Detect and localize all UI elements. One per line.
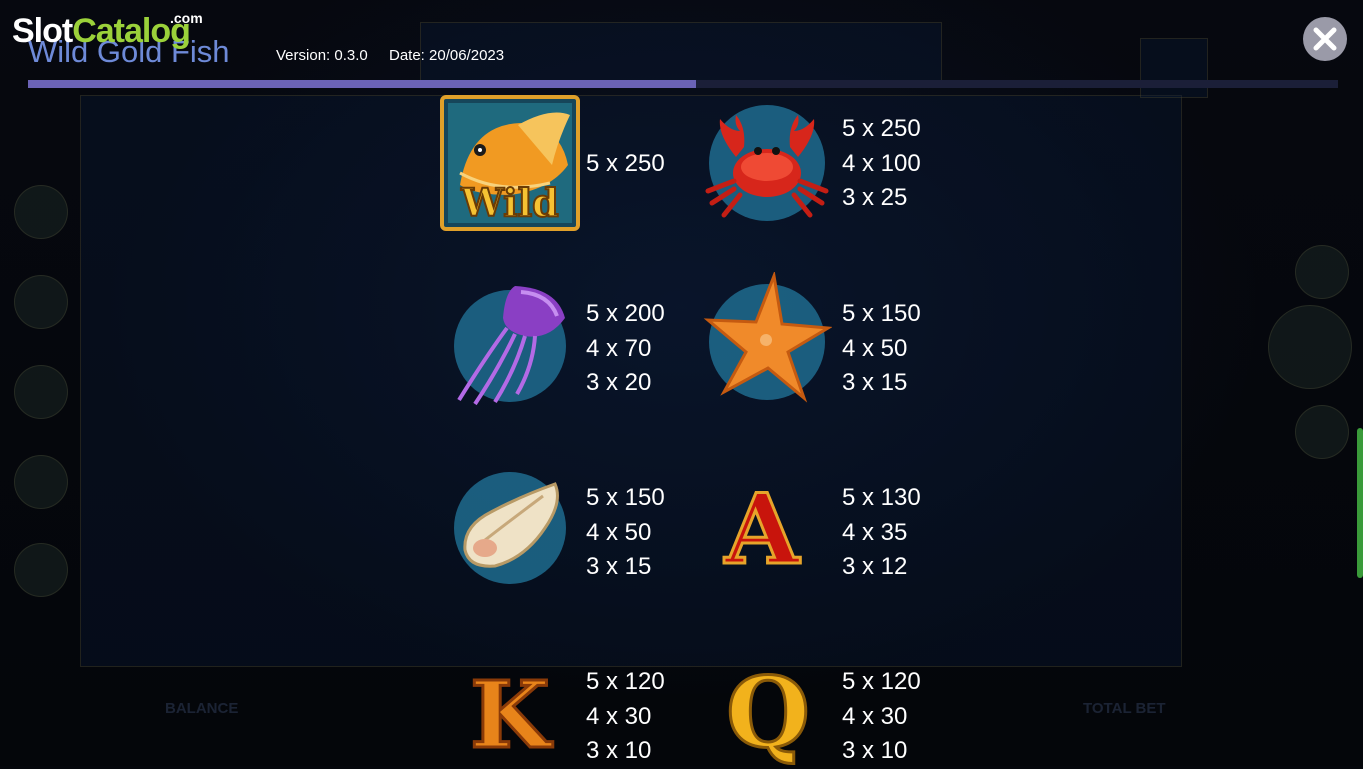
pays-a: 5 x 130 4 x 35 3 x 12 xyxy=(842,481,921,585)
date-text: Date: 20/06/2023 xyxy=(389,47,505,64)
side-button-dim xyxy=(1295,245,1349,299)
letter-k-glyph: K xyxy=(469,661,552,769)
side-button-dim xyxy=(1295,405,1349,459)
pay-line: 3 x 10 xyxy=(586,737,652,764)
pay-line: 4 x 70 xyxy=(586,334,652,362)
pays-wild: 5 x 250 xyxy=(586,147,665,182)
side-button-dim xyxy=(14,455,68,509)
version-text: Version: 0.3.0 xyxy=(276,47,368,64)
pay-line: 4 x 30 xyxy=(586,702,652,730)
pays-jellyfish: 5 x 200 4 x 70 3 x 20 xyxy=(586,297,665,401)
pay-line: 3 x 20 xyxy=(586,369,652,396)
seashell-icon xyxy=(445,462,575,592)
pays-crab: 5 x 250 4 x 100 3 x 25 xyxy=(842,112,921,216)
pay-line: 3 x 12 xyxy=(842,553,908,580)
pay-line: 5 x 250 xyxy=(842,115,921,142)
scrollbar[interactable] xyxy=(1357,428,1363,578)
letter-q-icon: Q xyxy=(718,656,818,769)
close-button[interactable] xyxy=(1303,17,1347,61)
progress-track xyxy=(28,80,1338,88)
pays-starfish: 5 x 150 4 x 50 3 x 15 xyxy=(842,297,921,401)
pay-line: 4 x 50 xyxy=(586,518,652,546)
pay-line: 5 x 200 xyxy=(586,300,665,327)
side-button-dim xyxy=(14,275,68,329)
game-background: BALANCE TOTAL BET xyxy=(0,0,1363,766)
watermark-com: .com xyxy=(170,10,203,26)
wild-goldfish-icon: Wild xyxy=(440,95,580,231)
pay-line: 3 x 25 xyxy=(842,184,908,211)
jellyfish-icon xyxy=(445,278,575,408)
pays-q: 5 x 120 4 x 30 3 x 10 xyxy=(842,665,921,769)
pay-line: 5 x 120 xyxy=(842,668,921,695)
pay-line: 4 x 30 xyxy=(842,702,908,730)
pay-line: 5 x 150 xyxy=(586,484,665,511)
watermark-slot: Slot xyxy=(12,12,73,50)
pay-line: 5 x 250 xyxy=(586,150,665,177)
wild-label: Wild xyxy=(460,180,559,226)
pay-line: 4 x 50 xyxy=(842,334,908,362)
letter-a-icon: A xyxy=(712,473,812,586)
starfish-icon xyxy=(702,270,833,406)
side-button-dim xyxy=(14,185,68,239)
pays-seashell: 5 x 150 4 x 50 3 x 15 xyxy=(586,481,665,585)
lines-badge-dim xyxy=(1140,38,1208,98)
letter-a-glyph: A xyxy=(723,473,800,586)
pay-line: 5 x 130 xyxy=(842,484,921,511)
progress-fill xyxy=(28,80,697,88)
letter-q-glyph: Q xyxy=(725,656,812,769)
crab-icon xyxy=(700,95,835,225)
side-button-dim xyxy=(14,365,68,419)
pay-line: 3 x 15 xyxy=(586,553,652,580)
pay-line: 3 x 10 xyxy=(842,737,908,764)
pay-line: 3 x 15 xyxy=(842,369,908,396)
letter-k-icon: K xyxy=(460,661,560,769)
pay-line: 5 x 120 xyxy=(586,668,665,695)
pay-line: 4 x 35 xyxy=(842,518,908,546)
pay-line: 5 x 150 xyxy=(842,300,921,327)
pays-k: 5 x 120 4 x 30 3 x 10 xyxy=(586,665,665,769)
close-icon xyxy=(1313,27,1337,51)
side-button-dim xyxy=(14,543,68,597)
pay-line: 4 x 100 xyxy=(842,149,921,177)
balance-dim: BALANCE xyxy=(165,700,239,717)
total-bet-dim: TOTAL BET xyxy=(1083,700,1166,717)
spin-button-dim xyxy=(1268,305,1352,389)
watermark-logo: SlotCatalog xyxy=(12,12,191,50)
